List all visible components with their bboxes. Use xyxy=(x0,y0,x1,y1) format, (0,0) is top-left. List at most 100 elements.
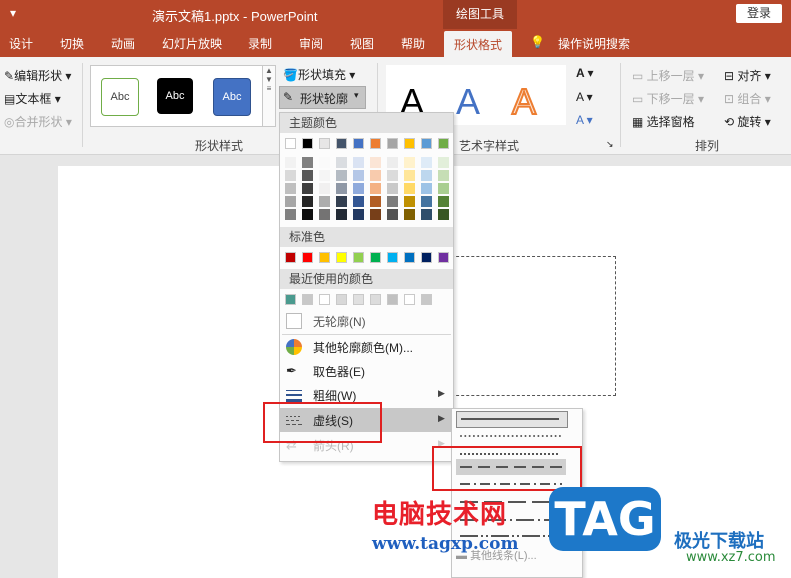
theme-color-swatch[interactable] xyxy=(336,170,347,181)
standard-color-swatch[interactable] xyxy=(438,252,449,263)
theme-color-swatch[interactable] xyxy=(302,196,313,207)
eyedropper-item[interactable]: ✒ 取色器(E) xyxy=(280,359,453,383)
standard-color-swatch[interactable] xyxy=(370,252,381,263)
recent-color-swatch[interactable] xyxy=(336,294,347,305)
theme-color-swatch[interactable] xyxy=(370,183,381,194)
theme-color-swatch[interactable] xyxy=(421,196,432,207)
theme-color-swatch[interactable] xyxy=(370,209,381,220)
recent-color-swatch[interactable] xyxy=(302,294,313,305)
tab-view[interactable]: 视图 xyxy=(350,35,374,52)
theme-color-swatch[interactable] xyxy=(336,157,347,168)
tab-shape-format[interactable]: 形状格式 xyxy=(444,31,513,59)
theme-color-swatch[interactable] xyxy=(370,196,381,207)
theme-color-swatch[interactable] xyxy=(421,157,432,168)
shape-fill-button[interactable]: 🪣形状填充 ▾ xyxy=(283,66,355,83)
theme-color-swatch[interactable] xyxy=(421,183,432,194)
text-effects-button[interactable]: A ▾ xyxy=(576,113,593,127)
tab-record[interactable]: 录制 xyxy=(248,35,272,52)
theme-color-swatch[interactable] xyxy=(370,138,381,149)
theme-color-swatch[interactable] xyxy=(319,138,330,149)
theme-color-swatch[interactable] xyxy=(370,157,381,168)
theme-color-swatch[interactable] xyxy=(302,209,313,220)
theme-color-swatch[interactable] xyxy=(387,157,398,168)
recent-color-swatch[interactable] xyxy=(387,294,398,305)
recent-color-swatch[interactable] xyxy=(285,294,296,305)
quick-access-dropdown-icon[interactable]: ▾ xyxy=(10,6,16,20)
theme-color-swatch[interactable] xyxy=(285,183,296,194)
dash-round-dot-option[interactable] xyxy=(456,429,566,444)
theme-color-swatch[interactable] xyxy=(438,209,449,220)
theme-color-swatch[interactable] xyxy=(421,209,432,220)
tab-transitions[interactable]: 切换 xyxy=(60,35,84,52)
shape-style-blue[interactable]: Abc xyxy=(213,78,251,116)
shape-outline-button[interactable]: ✎ 形状轮廓 ▾ xyxy=(279,86,366,109)
shape-style-outline[interactable]: Abc xyxy=(101,78,139,116)
recent-color-swatch[interactable] xyxy=(319,294,330,305)
theme-color-swatch[interactable] xyxy=(319,183,330,194)
recent-color-swatch[interactable] xyxy=(421,294,432,305)
theme-color-swatch[interactable] xyxy=(421,170,432,181)
theme-color-swatch[interactable] xyxy=(404,196,415,207)
standard-color-swatch[interactable] xyxy=(404,252,415,263)
theme-color-swatch[interactable] xyxy=(438,157,449,168)
text-box-button[interactable]: ▤文本框 ▾ xyxy=(4,90,61,107)
tab-animations[interactable]: 动画 xyxy=(111,35,135,52)
tab-review[interactable]: 审阅 xyxy=(299,35,323,52)
theme-color-swatch[interactable] xyxy=(285,170,296,181)
theme-color-swatch[interactable] xyxy=(302,183,313,194)
theme-color-swatch[interactable] xyxy=(302,138,313,149)
gallery-scroll[interactable]: ▲ ▼ ≡ xyxy=(262,65,276,127)
recent-color-swatch[interactable] xyxy=(404,294,415,305)
theme-color-swatch[interactable] xyxy=(336,138,347,149)
tab-help[interactable]: 帮助 xyxy=(401,35,425,52)
text-outline-button[interactable]: A ▾ xyxy=(576,90,593,104)
wordart-orange-outline[interactable]: A xyxy=(511,80,537,123)
selected-shape[interactable] xyxy=(446,256,616,396)
theme-color-swatch[interactable] xyxy=(285,157,296,168)
theme-color-swatch[interactable] xyxy=(353,183,364,194)
wordart-blue[interactable]: A xyxy=(456,81,480,123)
recent-color-swatch[interactable] xyxy=(370,294,381,305)
theme-color-swatch[interactable] xyxy=(285,209,296,220)
theme-color-swatch[interactable] xyxy=(353,157,364,168)
theme-color-swatch[interactable] xyxy=(319,196,330,207)
theme-color-swatch[interactable] xyxy=(353,170,364,181)
theme-color-swatch[interactable] xyxy=(285,196,296,207)
theme-color-swatch[interactable] xyxy=(285,138,296,149)
merge-shapes-button[interactable]: ◎合并形状 ▾ xyxy=(4,113,72,130)
theme-color-swatch[interactable] xyxy=(353,196,364,207)
shape-style-black[interactable]: Abc xyxy=(157,78,193,114)
login-button[interactable]: 登录 xyxy=(736,4,782,23)
send-backward-button[interactable]: ▭ 下移一层 ▾ xyxy=(632,90,704,107)
theme-color-swatch[interactable] xyxy=(421,138,432,149)
theme-color-swatch[interactable] xyxy=(302,170,313,181)
rotate-button[interactable]: ⟲ 旋转 ▾ xyxy=(724,113,771,130)
theme-color-swatch[interactable] xyxy=(319,209,330,220)
standard-color-swatch[interactable] xyxy=(336,252,347,263)
dash-solid-option[interactable] xyxy=(456,411,568,428)
standard-color-swatch[interactable] xyxy=(387,252,398,263)
no-outline-item[interactable]: 无轮廓(N) xyxy=(280,309,453,333)
edit-shape-button[interactable]: ✎编辑形状 ▾ xyxy=(4,67,71,84)
theme-color-swatch[interactable] xyxy=(404,209,415,220)
theme-color-swatch[interactable] xyxy=(387,170,398,181)
theme-color-swatch[interactable] xyxy=(387,183,398,194)
text-fill-button[interactable]: A ▾ xyxy=(576,66,594,80)
tab-slideshow[interactable]: 幻灯片放映 xyxy=(162,35,222,52)
theme-color-swatch[interactable] xyxy=(438,138,449,149)
theme-color-swatch[interactable] xyxy=(353,138,364,149)
theme-color-swatch[interactable] xyxy=(387,196,398,207)
standard-color-swatch[interactable] xyxy=(285,252,296,263)
standard-color-swatch[interactable] xyxy=(421,252,432,263)
theme-color-swatch[interactable] xyxy=(387,138,398,149)
theme-color-swatch[interactable] xyxy=(438,183,449,194)
theme-color-swatch[interactable] xyxy=(404,138,415,149)
selection-pane-button[interactable]: ▦ 选择窗格 xyxy=(632,113,695,130)
tell-me-search[interactable]: 操作说明搜索 xyxy=(558,35,630,52)
theme-color-swatch[interactable] xyxy=(319,170,330,181)
theme-color-swatch[interactable] xyxy=(387,209,398,220)
bring-forward-button[interactable]: ▭ 上移一层 ▾ xyxy=(632,67,704,84)
standard-color-swatch[interactable] xyxy=(302,252,313,263)
theme-color-swatch[interactable] xyxy=(404,170,415,181)
theme-color-swatch[interactable] xyxy=(336,183,347,194)
